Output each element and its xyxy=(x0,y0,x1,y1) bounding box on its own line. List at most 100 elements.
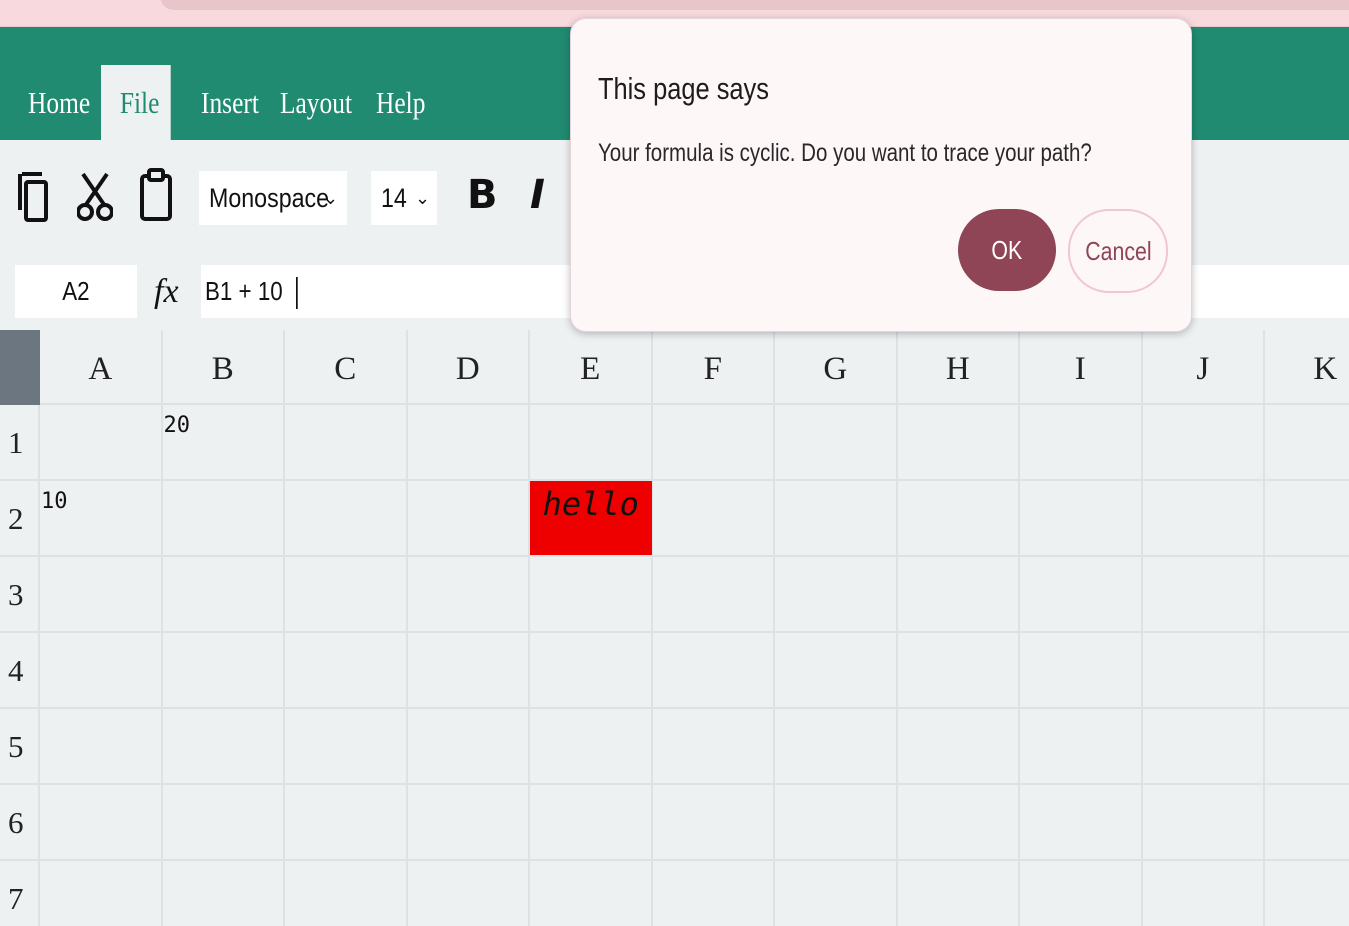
cell-g5[interactable] xyxy=(775,709,898,785)
cell-h2[interactable] xyxy=(897,481,1020,557)
cell-h4[interactable] xyxy=(897,633,1020,709)
cell-e3[interactable] xyxy=(530,557,653,633)
cell-g3[interactable] xyxy=(775,557,898,633)
cell-f3[interactable] xyxy=(652,557,775,633)
row-header-4[interactable]: 4 xyxy=(0,633,40,709)
cell-c7[interactable] xyxy=(285,861,408,926)
cell-g4[interactable] xyxy=(775,633,898,709)
cell-f4[interactable] xyxy=(652,633,775,709)
cell-a6[interactable] xyxy=(40,785,163,861)
menu-help[interactable]: Help xyxy=(376,65,425,140)
cell-d5[interactable] xyxy=(407,709,530,785)
column-header-a[interactable]: A xyxy=(40,330,163,405)
column-header-b[interactable]: B xyxy=(162,330,285,405)
cell-a3[interactable] xyxy=(40,557,163,633)
italic-button[interactable]: I xyxy=(530,172,545,218)
cell-b3[interactable] xyxy=(162,557,285,633)
cell-a7[interactable] xyxy=(40,861,163,926)
cell-g6[interactable] xyxy=(775,785,898,861)
cancel-button[interactable]: Cancel xyxy=(1068,209,1168,293)
cell-i5[interactable] xyxy=(1020,709,1143,785)
select-all-corner[interactable] xyxy=(0,330,40,405)
cell-j1[interactable] xyxy=(1142,405,1265,481)
cell-k2[interactable] xyxy=(1265,481,1349,557)
cell-i2[interactable] xyxy=(1020,481,1143,557)
menu-layout[interactable]: Layout xyxy=(280,65,352,140)
column-header-f[interactable]: F xyxy=(652,330,775,405)
column-header-j[interactable]: J xyxy=(1142,330,1265,405)
column-header-k[interactable]: K xyxy=(1265,330,1349,405)
cell-c6[interactable] xyxy=(285,785,408,861)
cell-d4[interactable] xyxy=(407,633,530,709)
cell-j2[interactable] xyxy=(1142,481,1265,557)
cell-c2[interactable] xyxy=(285,481,408,557)
cell-h7[interactable] xyxy=(898,861,1020,926)
cell-h3[interactable] xyxy=(897,557,1020,633)
cell-e5[interactable] xyxy=(530,709,653,785)
menu-insert[interactable]: Insert xyxy=(201,65,259,140)
cell-b6[interactable] xyxy=(162,785,285,861)
bold-button[interactable]: B xyxy=(467,172,498,218)
cell-j4[interactable] xyxy=(1142,633,1265,709)
cell-b2[interactable] xyxy=(162,481,285,557)
cell-a1[interactable] xyxy=(40,405,163,481)
cell-d6[interactable] xyxy=(407,785,530,861)
paste-icon[interactable] xyxy=(139,168,173,227)
row-header-6[interactable]: 6 xyxy=(0,785,40,861)
cell-h5[interactable] xyxy=(897,709,1020,785)
menu-home[interactable]: Home xyxy=(28,65,90,140)
cell-f7[interactable] xyxy=(653,861,775,926)
font-family-select[interactable]: Monospace ⌄ xyxy=(199,171,347,225)
cell-j3[interactable] xyxy=(1142,557,1265,633)
cell-reference-box[interactable]: A2 xyxy=(15,265,137,318)
cell-j5[interactable] xyxy=(1142,709,1265,785)
row-header-2[interactable]: 2 xyxy=(0,481,40,557)
cell-i6[interactable] xyxy=(1020,785,1143,861)
cell-c1[interactable] xyxy=(285,405,408,481)
cell-i7[interactable] xyxy=(1020,861,1143,926)
cell-j7[interactable] xyxy=(1143,861,1265,926)
copy-icon[interactable] xyxy=(16,170,50,227)
row-header-1[interactable]: 1 xyxy=(0,405,40,481)
cell-a5[interactable] xyxy=(40,709,163,785)
cell-h1[interactable] xyxy=(897,405,1020,481)
cell-e7[interactable] xyxy=(530,861,653,926)
cell-d1[interactable] xyxy=(407,405,530,481)
cell-e2[interactable]: hello xyxy=(530,481,653,557)
cell-k7[interactable] xyxy=(1265,861,1349,926)
cell-c4[interactable] xyxy=(285,633,408,709)
cell-b7[interactable] xyxy=(163,861,285,926)
ok-button[interactable]: OK xyxy=(958,209,1056,291)
cell-b1[interactable]: 20 xyxy=(162,405,285,481)
cell-i3[interactable] xyxy=(1020,557,1143,633)
cell-a4[interactable] xyxy=(40,633,163,709)
menu-file[interactable]: File xyxy=(101,65,171,140)
cell-k3[interactable] xyxy=(1265,557,1349,633)
column-header-i[interactable]: I xyxy=(1020,330,1143,405)
cell-d3[interactable] xyxy=(407,557,530,633)
cell-f6[interactable] xyxy=(652,785,775,861)
column-header-d[interactable]: D xyxy=(407,330,530,405)
cut-icon[interactable] xyxy=(76,170,114,227)
cell-i4[interactable] xyxy=(1020,633,1143,709)
cell-h6[interactable] xyxy=(897,785,1020,861)
cell-e4[interactable] xyxy=(530,633,653,709)
cell-f5[interactable] xyxy=(652,709,775,785)
cell-k4[interactable] xyxy=(1265,633,1349,709)
cell-e1[interactable] xyxy=(530,405,653,481)
cell-g1[interactable] xyxy=(775,405,898,481)
cell-a2[interactable]: 10 xyxy=(40,481,163,557)
cell-g7[interactable] xyxy=(775,861,898,926)
cell-f1[interactable] xyxy=(652,405,775,481)
cell-d7[interactable] xyxy=(408,861,530,926)
cell-k1[interactable] xyxy=(1265,405,1349,481)
row-header-3[interactable]: 3 xyxy=(0,557,40,633)
font-size-select[interactable]: 14 ⌄ xyxy=(371,171,437,225)
cell-d2[interactable] xyxy=(407,481,530,557)
cell-k6[interactable] xyxy=(1265,785,1349,861)
cell-i1[interactable] xyxy=(1020,405,1143,481)
row-header-7[interactable]: 7 xyxy=(0,861,40,926)
column-header-e[interactable]: E xyxy=(530,330,653,405)
column-header-g[interactable]: G xyxy=(775,330,898,405)
cell-e6[interactable] xyxy=(530,785,653,861)
